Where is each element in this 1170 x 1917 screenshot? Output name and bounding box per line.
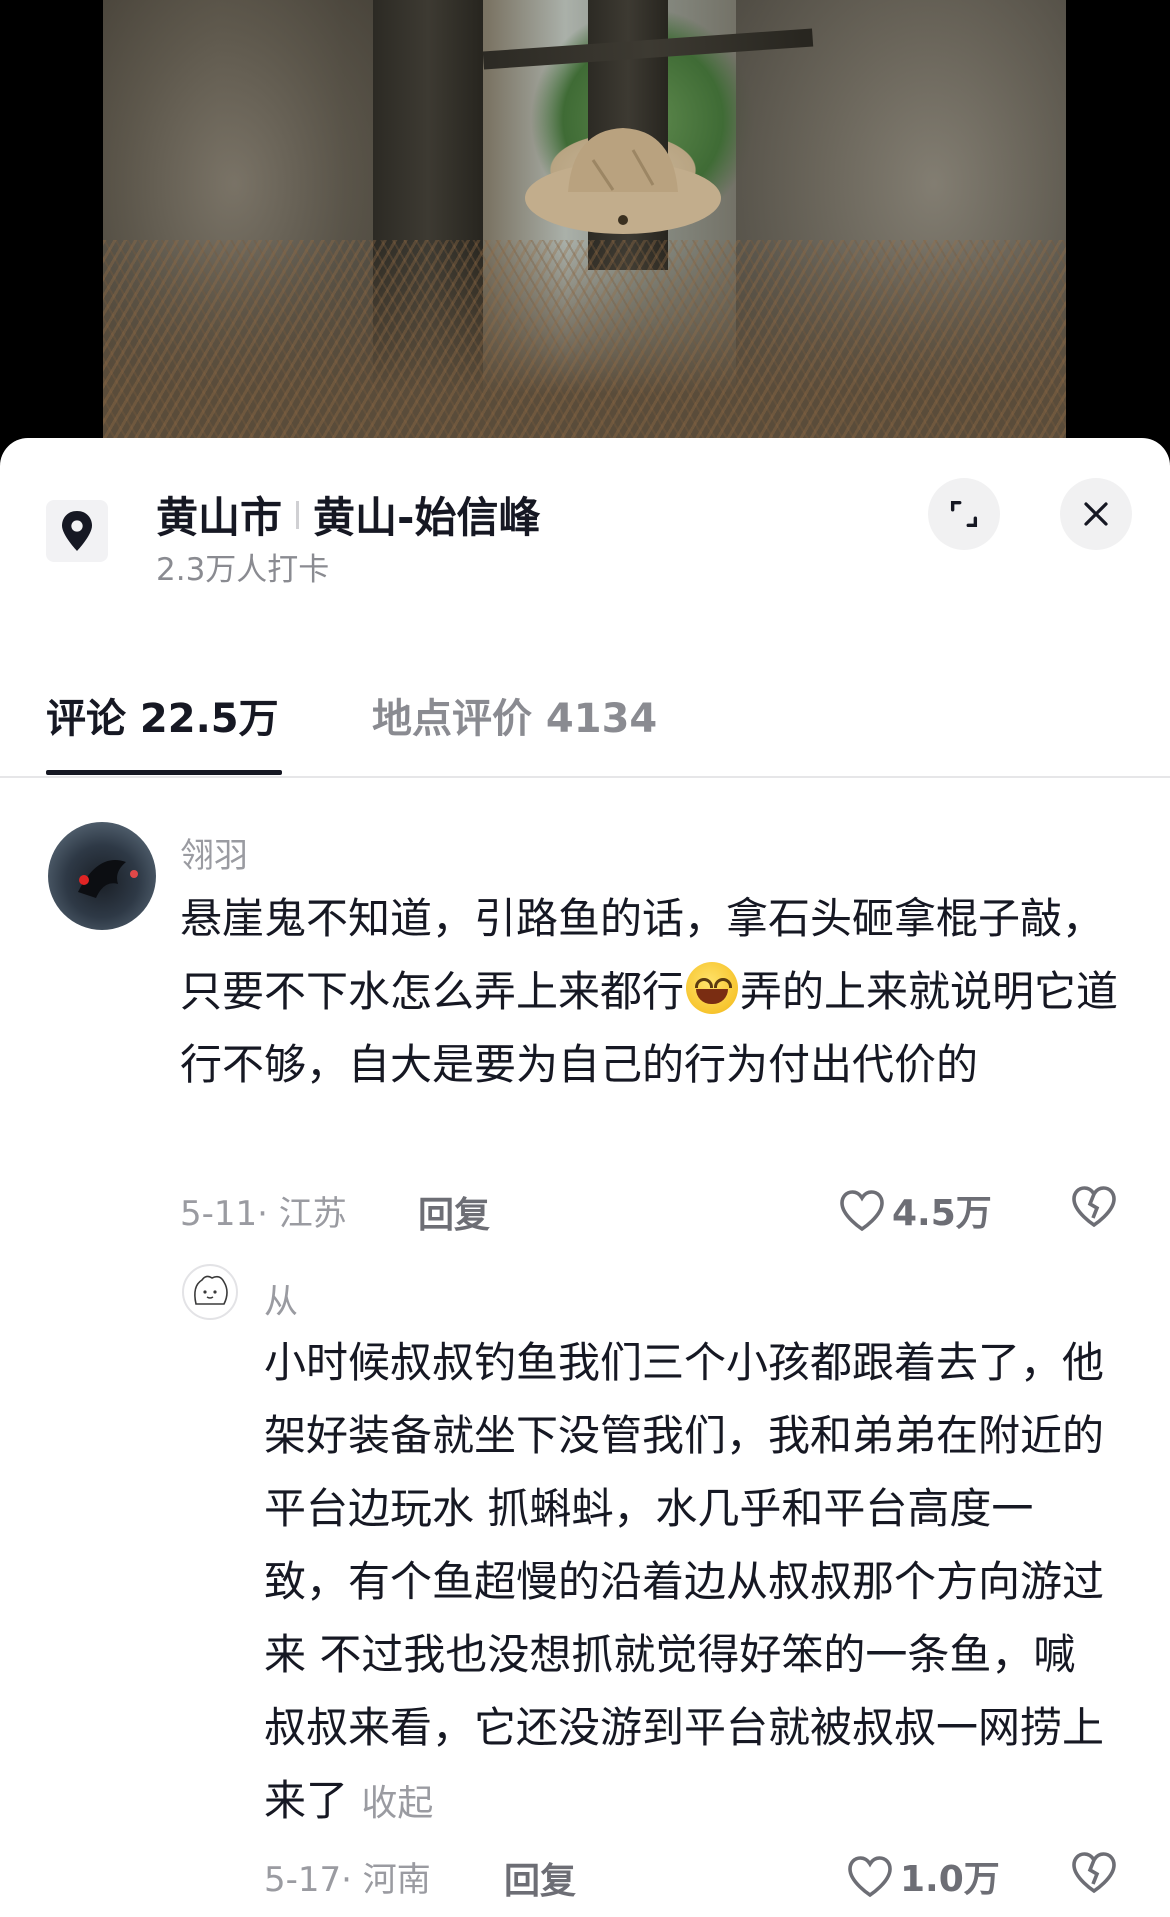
tab-comments[interactable]: 评论 22.5万 (46, 686, 279, 744)
reply-text: 小时候叔叔钓鱼我们三个小孩都跟着去了，他架好装备就坐下没管我们，我和弟弟在附近的… (264, 1326, 1104, 1840)
location-city[interactable]: 黄山市 (156, 484, 282, 545)
photo-pine-needles (103, 240, 1066, 460)
comment-date-location: 5-11· 江苏 (180, 1194, 347, 1234)
photo-content (103, 0, 1066, 460)
cartoon-face-icon (194, 1275, 228, 1305)
location-pin-icon (62, 511, 92, 551)
close-icon (1084, 502, 1108, 526)
active-tab-indicator (46, 770, 282, 775)
comments-sheet: 黄山市 黄山-始信峰 2.3万人打卡 评论 22.5万 地点评价 4134 翎羽… (0, 438, 1170, 1917)
reply-reply-button[interactable]: 回复 (504, 1852, 576, 1904)
reply-username[interactable]: 从 (264, 1274, 298, 1323)
hat-in-photo (525, 128, 721, 234)
tab-place-reviews[interactable]: 地点评价 4134 (372, 686, 657, 744)
heart-icon (840, 1190, 884, 1232)
location-spot[interactable]: 黄山-始信峰 (313, 484, 540, 545)
collapse-button[interactable]: 收起 (361, 1783, 433, 1824)
comment-username[interactable]: 翎羽 (180, 828, 248, 877)
comment-text: 悬崖鬼不知道，引路鱼的话，拿石头砸拿棍子敲，只要不下水怎么弄上来都行 弄的上来就说… (180, 882, 1120, 1101)
tab-bar: 评论 22.5万 地点评价 4134 (0, 658, 1170, 778)
checkin-count: 2.3万人打卡 (156, 552, 330, 588)
dislike-button[interactable] (1070, 1184, 1118, 1232)
reply-avatar[interactable] (182, 1264, 238, 1320)
grinning-emoji-icon (686, 962, 739, 1014)
location-pin-box[interactable] (46, 500, 108, 562)
heart-icon (848, 1856, 892, 1898)
avatar[interactable] (48, 822, 156, 930)
location-title[interactable]: 黄山市 黄山-始信峰 (156, 484, 540, 545)
reply-dislike-button[interactable] (1070, 1850, 1118, 1898)
reply-button[interactable]: 回复 (418, 1186, 490, 1238)
reply-like-count: 1.0万 (900, 1859, 1000, 1900)
reply-date-location: 5-17· 河南 (264, 1860, 431, 1900)
broken-heart-icon (1072, 1186, 1116, 1228)
like-button[interactable]: 4.5万 (838, 1184, 992, 1236)
expand-button[interactable] (928, 478, 1000, 550)
title-separator (296, 500, 300, 529)
broken-heart-icon (1072, 1852, 1116, 1894)
close-button[interactable] (1060, 478, 1132, 550)
tabs-divider (0, 776, 1170, 778)
reply-text-body: 小时候叔叔钓鱼我们三个小孩都跟着去了，他架好装备就坐下没管我们，我和弟弟在附近的… (264, 1338, 1105, 1825)
dragon-avatar-image (78, 860, 138, 898)
like-count: 4.5万 (892, 1193, 992, 1234)
expand-icon (950, 500, 978, 528)
reply-like-button[interactable]: 1.0万 (846, 1850, 1000, 1902)
location-photo (0, 0, 1170, 460)
